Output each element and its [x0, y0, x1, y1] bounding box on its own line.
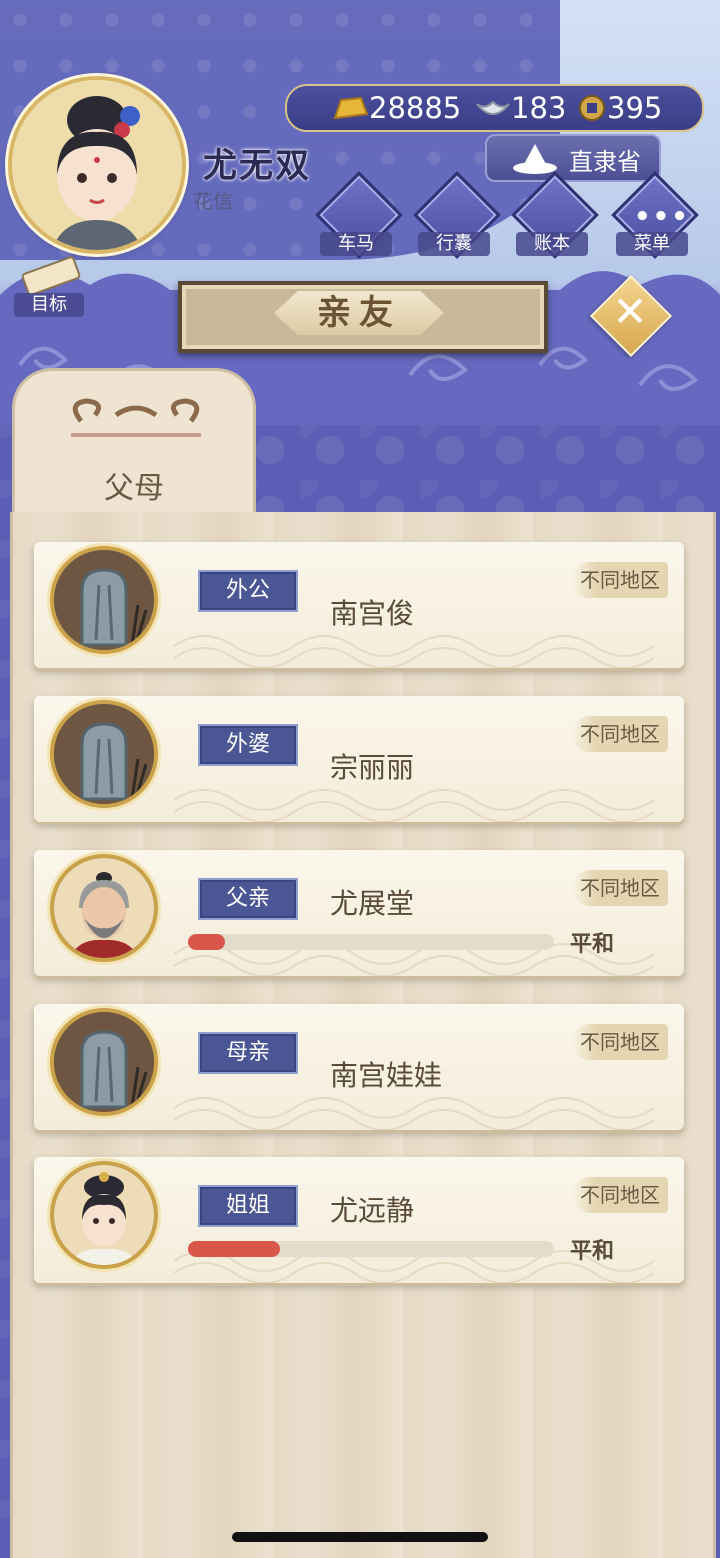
- home-indicator[interactable]: [232, 1532, 488, 1542]
- relative-card[interactable]: 父亲 尤展堂 不同地区 平和: [34, 850, 684, 976]
- tombstone-icon: [54, 704, 154, 804]
- tombstone-icon: [54, 550, 154, 650]
- region-label: 直隶省: [569, 148, 641, 176]
- ellipsis-icon: •••: [634, 202, 690, 232]
- player-avatar[interactable]: [8, 76, 186, 254]
- menu-carriage-label: 车马: [320, 232, 392, 256]
- wave-pattern: [174, 789, 655, 822]
- silver-ingot-icon: [476, 100, 510, 115]
- tombstone-portrait: [50, 700, 158, 808]
- menu-more-button[interactable]: ••• 菜单: [611, 171, 699, 259]
- player-age-title: 花信: [193, 189, 233, 213]
- goal-button[interactable]: 目标: [8, 255, 88, 317]
- goal-label: 目标: [14, 293, 84, 317]
- region-tag: 不同地区: [572, 716, 668, 752]
- player-name: 尤无双: [203, 146, 311, 186]
- relative-name: 南宫俊: [330, 597, 415, 630]
- young-woman-icon: [54, 1165, 154, 1265]
- menu-bundle-button[interactable]: 行囊: [413, 171, 501, 259]
- region-tag: 不同地区: [572, 1024, 668, 1060]
- scroll-icon: [21, 256, 81, 295]
- relation-tag: 姐姐: [198, 1185, 298, 1227]
- cloud-ornament-icon: [71, 398, 201, 437]
- relative-name: 尤远静: [330, 1194, 415, 1227]
- young-woman-portrait: [50, 1161, 158, 1269]
- relative-card[interactable]: 母亲 南宫娃娃 不同地区: [34, 1004, 684, 1130]
- affinity-fill: [188, 934, 225, 950]
- relative-name: 南宫娃娃: [330, 1059, 443, 1092]
- region-button[interactable]: 直隶省: [485, 134, 661, 182]
- close-icon: ✕: [612, 287, 648, 336]
- menu-carriage-button[interactable]: 车马: [315, 171, 403, 259]
- tab-parents[interactable]: 父母: [12, 368, 256, 521]
- coin-value: 395: [607, 91, 663, 125]
- tombstone-portrait: [50, 1008, 158, 1116]
- relative-card[interactable]: 姐姐 尤远静 不同地区 平和: [34, 1157, 684, 1283]
- mood-label: 平和: [570, 932, 615, 957]
- relative-card[interactable]: 外婆 宗丽丽 不同地区: [34, 696, 684, 822]
- gold-value: 28885: [369, 91, 462, 125]
- page-title-banner: 亲友: [178, 281, 548, 353]
- relation-tag: 父亲: [198, 878, 298, 920]
- region-tag: 不同地区: [572, 562, 668, 598]
- lady-portrait-icon: [12, 80, 182, 250]
- mood-label: 平和: [570, 1239, 615, 1264]
- menu-more-label: 菜单: [616, 232, 688, 256]
- relative-card[interactable]: 外公 南宫俊 不同地区: [34, 542, 684, 668]
- tombstone-portrait: [50, 546, 158, 654]
- menu-ledger-button[interactable]: 账本: [511, 171, 599, 259]
- relation-tag: 母亲: [198, 1032, 298, 1074]
- tombstone-icon: [54, 1012, 154, 1112]
- wave-pattern: [174, 635, 655, 668]
- resource-bar: 28885 183 395: [285, 84, 704, 132]
- silver-value: 183: [511, 91, 567, 125]
- relative-name: 宗丽丽: [330, 751, 415, 784]
- old-man-icon: [54, 858, 154, 958]
- menu-ledger-label: 账本: [516, 232, 588, 256]
- relation-tag: 外公: [198, 570, 298, 612]
- copper-coin-icon: [579, 95, 605, 121]
- affinity-fill: [188, 1241, 280, 1257]
- region-tag: 不同地区: [572, 870, 668, 906]
- page-title: 亲友: [274, 291, 444, 335]
- tab-label: 父母: [104, 471, 164, 506]
- relation-tag: 外婆: [198, 724, 298, 766]
- menu-bundle-label: 行囊: [418, 232, 490, 256]
- gold-ingot-icon: [333, 96, 369, 120]
- region-tag: 不同地区: [572, 1177, 668, 1213]
- affinity-bar: [188, 1241, 554, 1257]
- affinity-bar: [188, 934, 554, 950]
- relative-name: 尤展堂: [330, 887, 415, 920]
- old-man-portrait: [50, 854, 158, 962]
